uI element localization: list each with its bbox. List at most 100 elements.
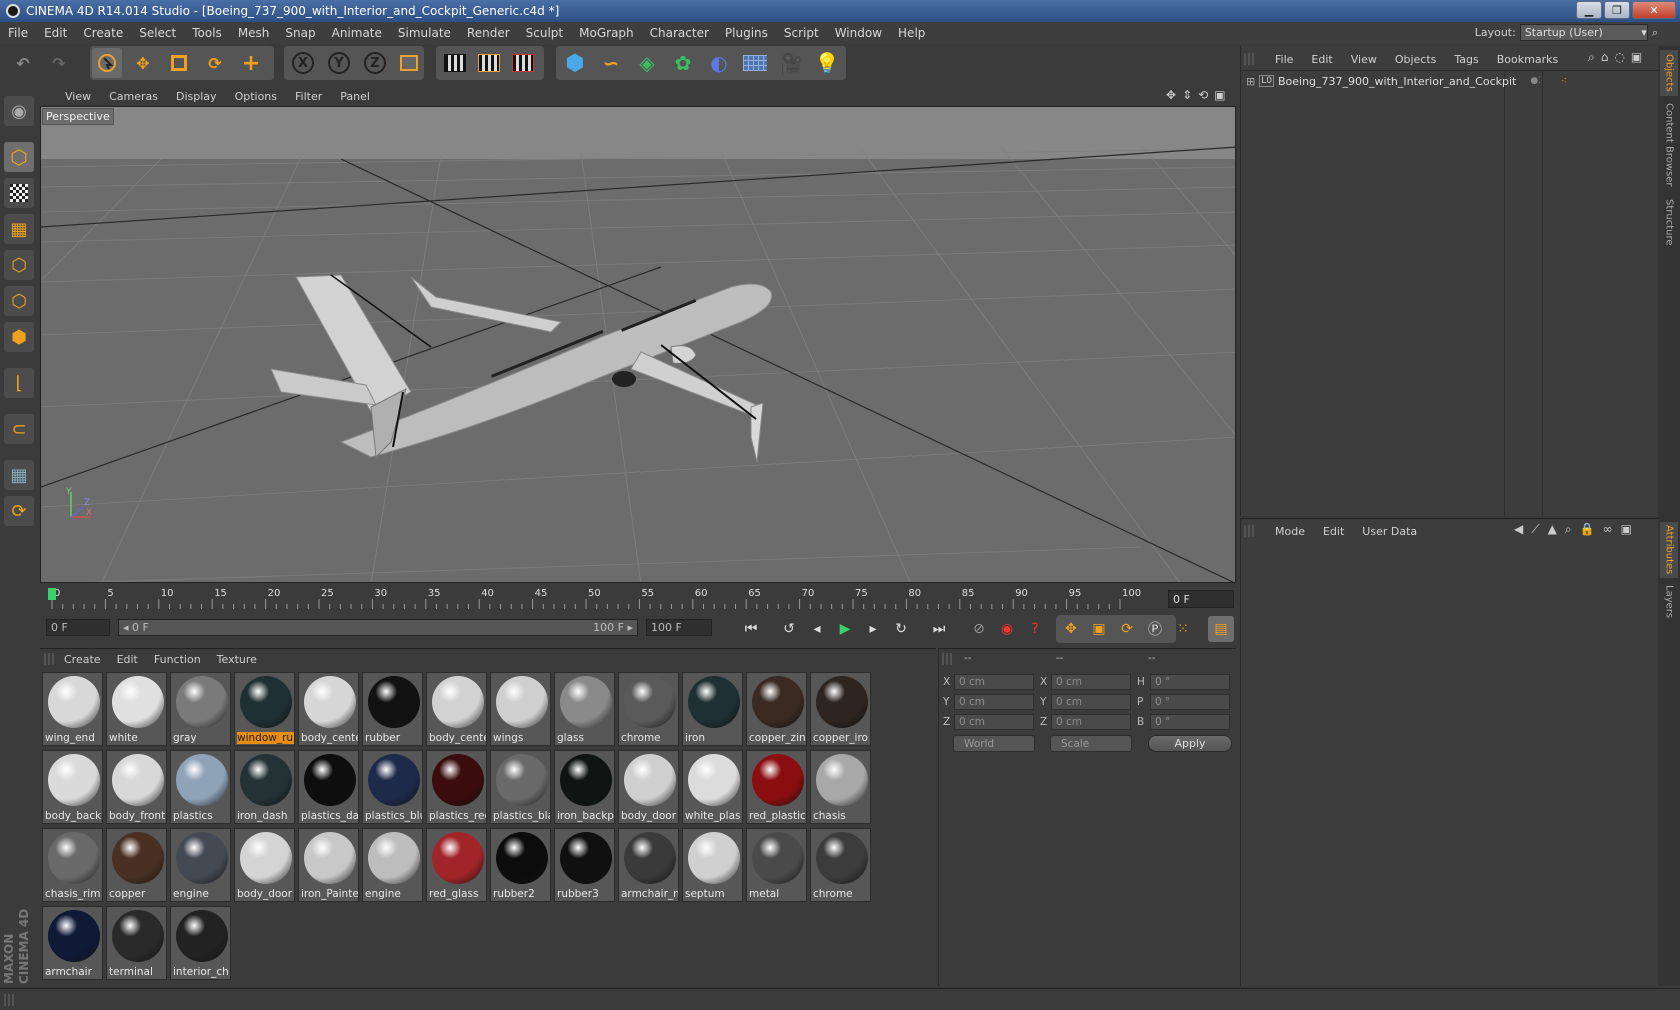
coordinate-space-dropdown[interactable]: World	[953, 735, 1035, 752]
play-button[interactable]: ▶	[832, 616, 858, 642]
lock-icon[interactable]: 🔒	[1580, 522, 1595, 537]
material-swatch[interactable]: iron	[682, 672, 743, 746]
coord-pos-z-field[interactable]: 0 cm	[954, 714, 1034, 730]
timeline-ruler[interactable]: 0 5 10 15 20 25 30 35 40 45 50 55 60 65 70 75 80 85 90 95 10…	[40, 585, 1236, 611]
material-swatch[interactable]: body_door	[618, 750, 679, 824]
add-cube-button[interactable]: ⬢	[560, 48, 590, 78]
material-swatch[interactable]: glass	[554, 672, 615, 746]
playhead[interactable]	[48, 588, 56, 600]
material-swatch[interactable]: engine	[362, 828, 423, 902]
add-deformer-button[interactable]: ◐	[704, 48, 734, 78]
add-light-button[interactable]: 💡	[812, 48, 842, 78]
material-menu-texture[interactable]: Texture	[209, 653, 265, 666]
coordinates-grip[interactable]	[942, 653, 954, 665]
move-button[interactable]: ✥	[128, 48, 158, 78]
size-mode-dropdown[interactable]: Scale	[1050, 735, 1132, 752]
menu-mograph[interactable]: MoGraph	[571, 26, 642, 40]
z-axis-button[interactable]: Z	[360, 48, 390, 78]
material-swatch[interactable]: terminal	[106, 906, 167, 980]
material-swatch[interactable]: chasis_rim	[42, 828, 103, 902]
home-icon[interactable]: ⌂	[1601, 50, 1609, 65]
add-nurbs-button[interactable]: ◈	[632, 48, 662, 78]
keyframe-selection-button[interactable]: ?	[1022, 616, 1048, 642]
close-button[interactable]: ✕	[1632, 1, 1676, 19]
perspective-viewport[interactable]	[40, 106, 1236, 583]
new-window-icon[interactable]: ▣	[1631, 50, 1642, 65]
search-icon[interactable]: ⌕	[1565, 522, 1572, 537]
material-swatch[interactable]: white_plas	[682, 750, 743, 824]
material-swatch[interactable]: plastics_blu	[362, 750, 423, 824]
frame-range-slider[interactable]: ◂ 0 F 100 F ▸	[118, 619, 638, 636]
material-menu-edit[interactable]: Edit	[109, 653, 146, 666]
material-swatch[interactable]: rubber3	[554, 828, 615, 902]
add-spline-button[interactable]: ∽	[596, 48, 626, 78]
go-to-end-button[interactable]: ⏭	[926, 616, 952, 642]
menu-edit[interactable]: Edit	[36, 26, 75, 40]
tab-structure[interactable]: Structure	[1660, 194, 1678, 250]
rotate-button[interactable]: ⟳	[200, 48, 230, 78]
material-swatch[interactable]: white	[106, 672, 167, 746]
material-swatch[interactable]: body_cente	[426, 672, 487, 746]
search-icon[interactable]: ⌕	[1652, 26, 1658, 40]
menu-window[interactable]: Window	[827, 26, 890, 40]
material-swatch[interactable]: iron_backp	[554, 750, 615, 824]
material-swatch[interactable]: metal	[746, 828, 807, 902]
material-swatch[interactable]: rubber2	[490, 828, 551, 902]
material-swatch[interactable]: iron_Painte	[298, 828, 359, 902]
texture-mode-button[interactable]	[4, 178, 34, 208]
go-to-start-button[interactable]: ⏮	[738, 616, 764, 642]
objects-menu-bookmarks[interactable]: Bookmarks	[1488, 53, 1567, 66]
attributes-menu-user-data[interactable]: User Data	[1353, 525, 1426, 538]
locked-workplane-button[interactable]: ▦	[4, 460, 34, 490]
material-swatch[interactable]: armchair_m	[618, 828, 679, 902]
axis-mode-button[interactable]: ⌊	[4, 368, 34, 398]
coord-size-y-field[interactable]: 0 cm	[1051, 694, 1131, 710]
workplane-mode-button[interactable]: ▦	[4, 214, 34, 244]
tab-attributes[interactable]: Attributes	[1660, 522, 1678, 578]
current-frame-field[interactable]: 0 F	[1168, 590, 1234, 608]
up-arrow-icon[interactable]: ▲	[1548, 522, 1557, 537]
viewport-menu-filter[interactable]: Filter	[286, 90, 331, 103]
record-active-objects-button[interactable]: ⊘	[966, 616, 992, 642]
x-axis-button[interactable]: X	[288, 48, 318, 78]
material-swatch[interactable]: copper_zin	[746, 672, 807, 746]
redo-button[interactable]: ↷	[44, 48, 74, 78]
viewport-menu-view[interactable]: View	[56, 90, 100, 103]
material-swatch[interactable]: wing_end	[42, 672, 103, 746]
edges-mode-button[interactable]: ⬡	[4, 286, 34, 316]
menu-plugins[interactable]: Plugins	[717, 26, 776, 40]
coord-size-z-field[interactable]: 0 cm	[1051, 714, 1131, 730]
material-swatch[interactable]: red_plastic	[746, 750, 807, 824]
material-swatch[interactable]: body_front	[106, 750, 167, 824]
material-swatch[interactable]: gray	[170, 672, 231, 746]
render-settings-button[interactable]	[508, 48, 538, 78]
material-swatch[interactable]: septum	[682, 828, 743, 902]
render-picture-viewer-button[interactable]	[474, 48, 504, 78]
material-swatch[interactable]: chrome	[618, 672, 679, 746]
menu-render[interactable]: Render	[459, 26, 518, 40]
coord-rot-p-field[interactable]: 0 °	[1150, 694, 1230, 710]
material-swatch[interactable]: body_door	[234, 828, 295, 902]
viewport-menu-options[interactable]: Options	[226, 90, 286, 103]
previous-key-button[interactable]: ↺	[776, 616, 802, 642]
rotation-key-button[interactable]: ⟳	[1114, 616, 1140, 642]
objects-menu-view[interactable]: View	[1342, 53, 1386, 66]
scale-key-button[interactable]: ▣	[1086, 616, 1112, 642]
back-arrow-icon[interactable]: ◀	[1514, 522, 1523, 537]
objects-menu-edit[interactable]: Edit	[1302, 53, 1341, 66]
next-key-button[interactable]: ↻	[888, 616, 914, 642]
timeline-button[interactable]: ▤	[1208, 616, 1234, 642]
material-swatch[interactable]: plastics_da	[298, 750, 359, 824]
material-swatch[interactable]: interior_ch	[170, 906, 231, 980]
menu-tools[interactable]: Tools	[184, 26, 230, 40]
pan-icon[interactable]: ✥	[1166, 88, 1176, 102]
menu-snap[interactable]: Snap	[277, 26, 323, 40]
tab-content-browser[interactable]: Content Browser	[1660, 100, 1678, 190]
material-swatch[interactable]: wings	[490, 672, 551, 746]
menu-simulate[interactable]: Simulate	[390, 26, 459, 40]
recent-tools-button[interactable]: +	[236, 48, 266, 78]
object-row-boeing[interactable]: ⊞ L0 Boeing_737_900_with_Interior_and_Co…	[1242, 72, 1656, 90]
undo-button[interactable]: ↶	[8, 48, 38, 78]
menu-create[interactable]: Create	[75, 26, 131, 40]
material-swatch[interactable]: copper	[106, 828, 167, 902]
